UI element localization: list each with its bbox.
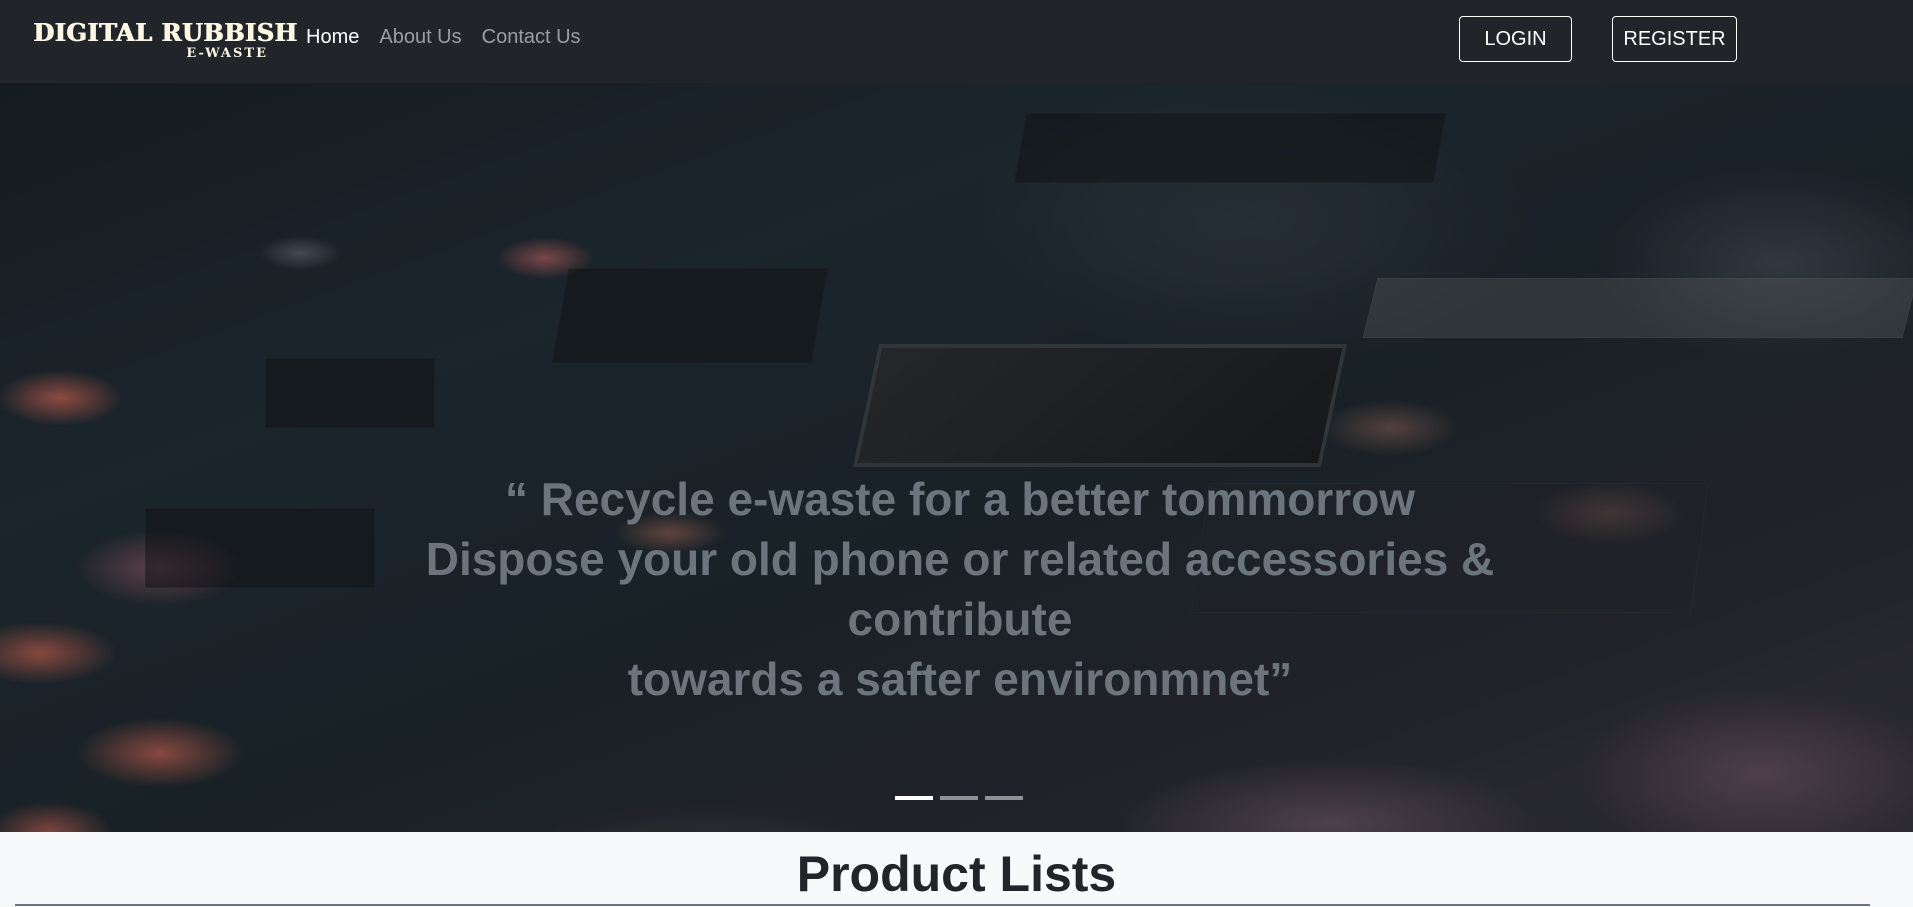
top-navbar: DIGITAL RUBBISH E-WASTE Home About Us Co… (0, 0, 1913, 83)
product-lists-heading: Product Lists (796, 846, 1117, 902)
carousel-indicator-1[interactable] (895, 796, 933, 800)
login-button[interactable]: LOGIN (1459, 16, 1572, 62)
hero-quote-line: contribute (847, 593, 1073, 645)
nav-link-home[interactable]: Home (306, 26, 359, 49)
hero-quote: “ Recycle e-waste for a better tommorrow… (300, 469, 1620, 709)
hero-quote-line: towards a safter environmnet” (627, 653, 1293, 705)
section-divider (15, 904, 1870, 906)
brand-name: DIGITAL RUBBISH (33, 18, 298, 47)
carousel-indicator-3[interactable] (985, 796, 1023, 800)
nav-link-about-us[interactable]: About Us (379, 26, 461, 49)
nav-links: Home About Us Contact Us (306, 26, 581, 49)
hero-quote-line: “ Recycle e-waste for a better tommorrow (504, 473, 1416, 525)
brand-tagline: E-WASTE (186, 46, 268, 61)
hero-carousel[interactable]: “ Recycle e-waste for a better tommorrow… (0, 83, 1913, 832)
carousel-indicators (895, 796, 1023, 800)
carousel-indicator-2[interactable] (940, 796, 978, 800)
hero-overlay (0, 83, 1913, 832)
brand-logo[interactable]: DIGITAL RUBBISH E-WASTE (33, 21, 297, 63)
nav-link-contact-us[interactable]: Contact Us (482, 26, 581, 49)
hero-quote-line: Dispose your old phone or related access… (425, 533, 1495, 585)
register-button[interactable]: REGISTER (1612, 16, 1737, 62)
